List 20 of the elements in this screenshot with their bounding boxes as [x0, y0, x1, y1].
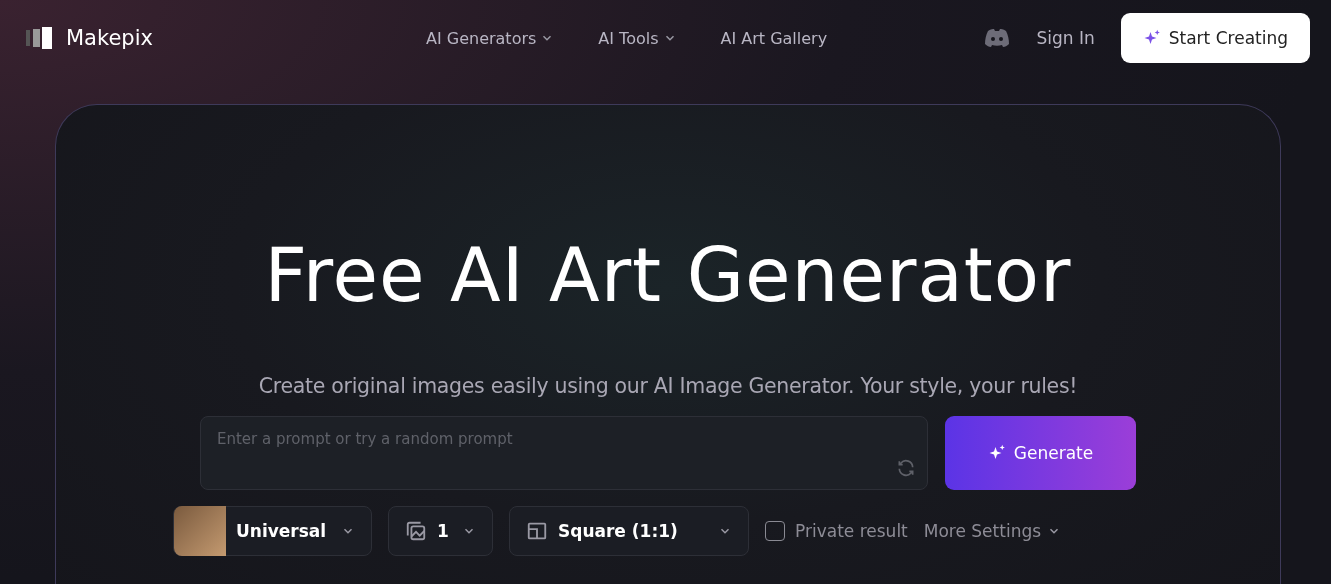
more-settings-link[interactable]: More Settings — [923, 521, 1062, 542]
private-checkbox[interactable] — [765, 521, 785, 542]
generate-button[interactable]: Generate — [945, 416, 1136, 491]
prompt-field[interactable]: Enter a prompt or try a random prompt — [200, 416, 928, 491]
private-result-label[interactable]: Private result — [765, 521, 908, 542]
start-creating-button[interactable]: Start Creating — [1120, 13, 1310, 63]
ratio-select[interactable]: Square (1:1) — [509, 506, 749, 557]
sign-in-link[interactable]: Sign In — [1036, 28, 1095, 48]
logo-text[interactable]: Makepix — [66, 26, 153, 50]
count-select[interactable]: 1 — [388, 506, 493, 557]
model-select[interactable]: Universal — [173, 506, 372, 557]
discord-icon[interactable] — [984, 28, 1011, 48]
hero-subtitle: Create original images easily using our AI Image Generator. Your style, your rules! — [258, 374, 1078, 399]
photo-placeholder — [174, 506, 226, 557]
nav-link[interactable]: AI Art Gallery — [720, 28, 828, 48]
refresh-icon[interactable] — [896, 458, 916, 479]
nav-link[interactable]: AI Tools — [598, 28, 677, 48]
hero-title: Free AI Art Generator — [264, 235, 1072, 317]
images-icon — [405, 520, 427, 543]
nav-link[interactable]: AI Generators — [426, 28, 555, 48]
